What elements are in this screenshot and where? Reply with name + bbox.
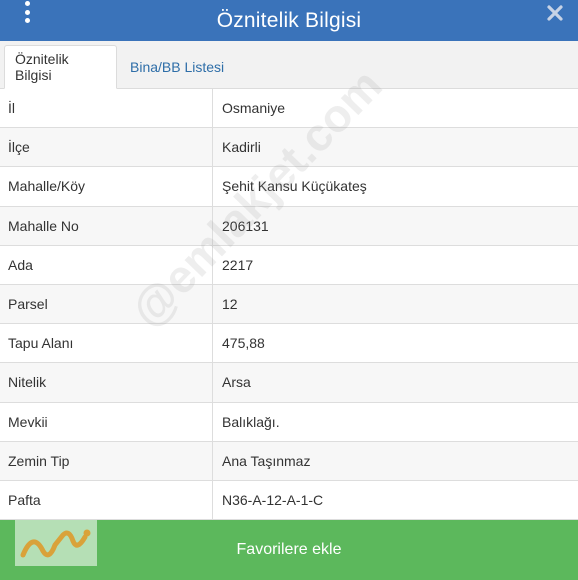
page-title: Öznitelik Bilgisi [216,8,362,32]
row-key: Mahalle/Köy [0,167,213,206]
table-row: Nitelik Arsa [0,363,578,403]
table-row: Pafta N36-A-12-A-1-C [0,480,578,521]
table-row: Mahalle/Köy Şehit Kansu Küçükateş [0,167,578,207]
table-row: Ada 2217 [0,245,578,285]
table-row: Mahalle No 206131 [0,206,578,246]
row-value: 475,88 [222,335,265,352]
table-row: İl Osmaniye [0,89,578,129]
tab-bar: Öznitelik Bilgisi Bina/BB Listesi [0,41,578,89]
row-key: Tapu Alanı [0,324,213,363]
row-key: Mevkii [0,402,213,441]
vertical-dots-icon[interactable] [17,0,37,24]
header-bar: Öznitelik Bilgisi [0,0,578,41]
row-value: 2217 [222,256,254,273]
row-value: Şehit Kansu Küçükateş [222,178,367,195]
close-icon-glyph [547,5,563,21]
row-key: Nitelik [0,363,213,402]
row-value: Kadirli [222,139,261,156]
row-key: Ada [0,245,213,284]
menu-dot [24,9,30,15]
attribute-info-window: Öznitelik Bilgisi Öznitelik Bilgisi Bina… [0,0,578,580]
emlakjet-logo-icon [15,520,97,566]
row-key: İl [0,89,213,128]
row-value: 12 [222,296,238,313]
row-value: Arsa [222,374,251,391]
menu-dot [24,1,30,6]
logo-glyph [20,529,91,558]
table-row: İlçe Kadirli [0,128,578,168]
row-key: Parsel [0,284,213,324]
row-key: Zemin Tip [0,441,213,480]
row-value: 206131 [222,217,269,234]
row-value: Osmaniye [222,100,286,117]
close-icon[interactable] [546,4,564,22]
attribute-table: İl Osmaniye İlçe Kadirli Mahalle/Köy Şeh… [0,89,578,521]
row-value: Balıklağı. [222,413,280,430]
row-value: Ana Taşınmaz [222,452,311,469]
row-key: İlçe [0,128,213,167]
row-key: Mahalle No [0,206,213,245]
row-key: Pafta [0,480,213,520]
tab-attribute-info[interactable]: Öznitelik Bilgisi [4,45,117,89]
table-row: Mevkii Balıklağı. [0,402,578,442]
row-value: N36-A-12-A-1-C [222,491,324,508]
table-row: Zemin Tip Ana Taşınmaz [0,441,578,481]
menu-dot [24,18,30,23]
table-row: Tapu Alanı 475,88 [0,324,578,364]
table-row: Parsel 12 [0,284,578,325]
tab-building-list[interactable]: Bina/BB Listesi [120,45,234,89]
